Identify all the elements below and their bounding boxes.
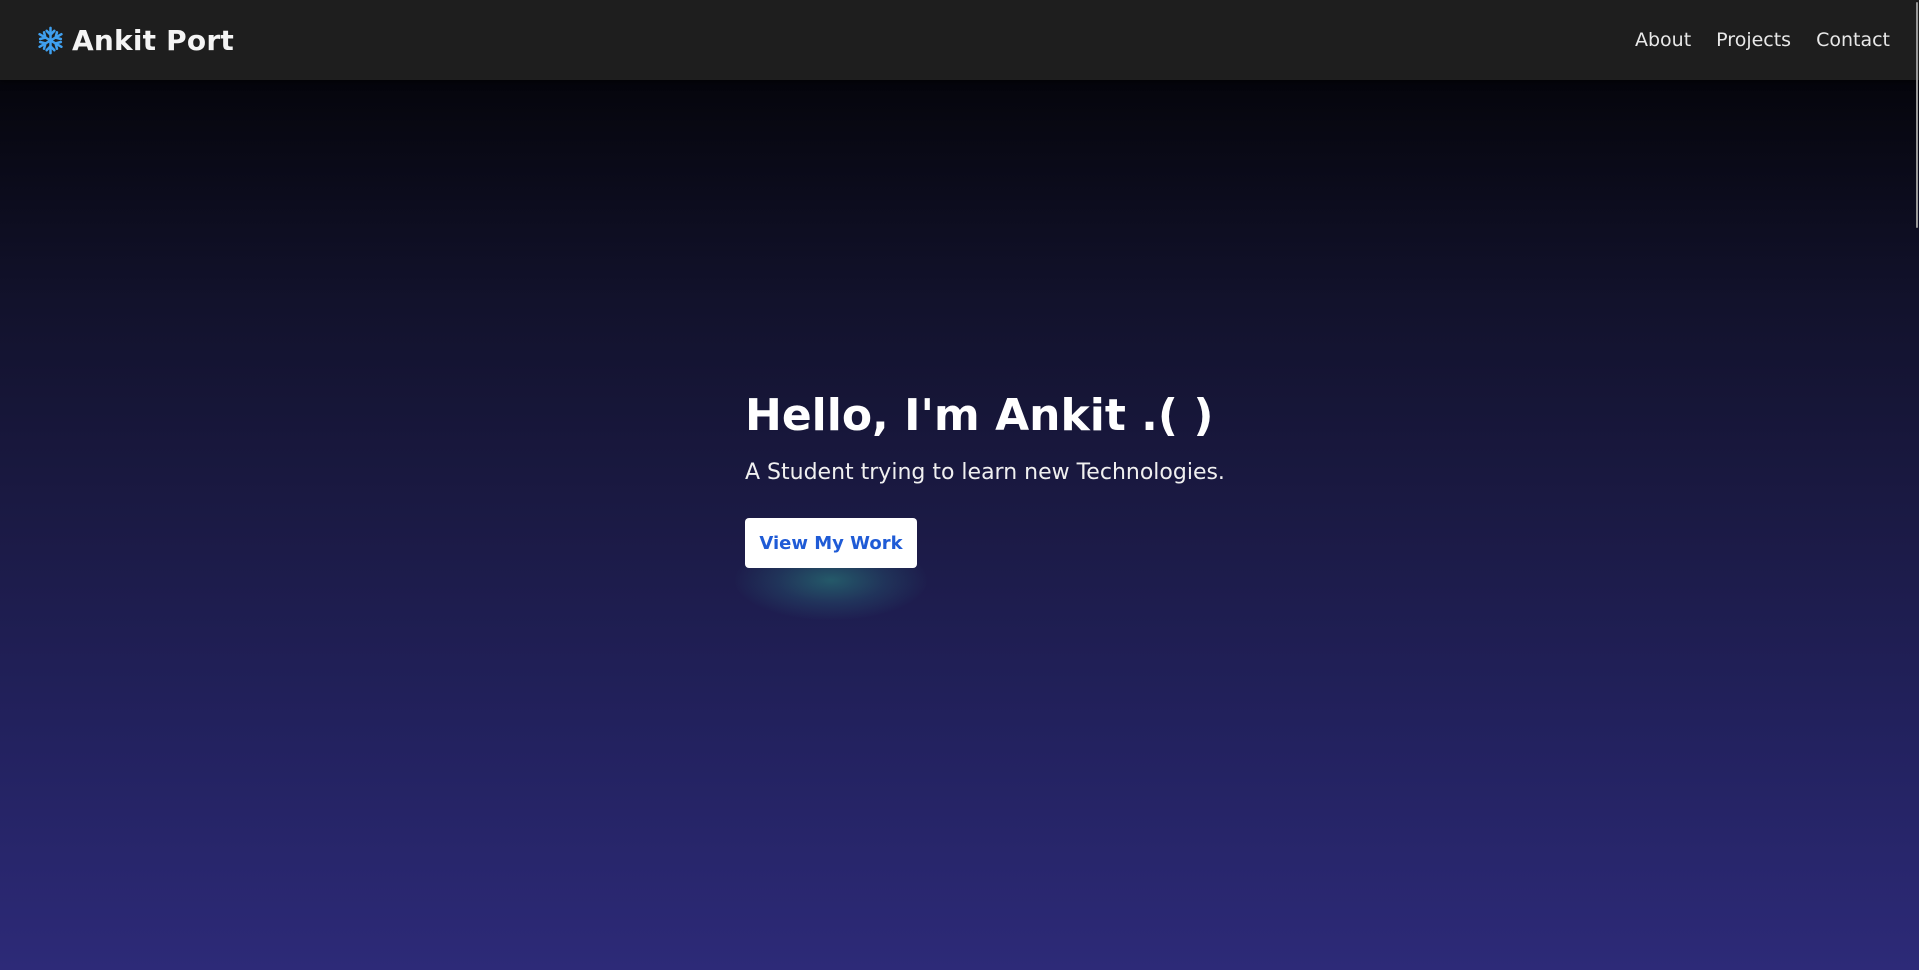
nav-link-contact[interactable]: Contact <box>1816 29 1890 51</box>
hero-section: Hello, I'm Ankit .( ) A Student trying t… <box>0 80 1919 970</box>
snowflake-icon <box>35 25 66 56</box>
view-my-work-button[interactable]: View My Work <box>745 518 917 568</box>
page-scrollbar[interactable] <box>1915 0 1919 970</box>
navbar: Ankit Port About Projects Contact <box>0 0 1919 80</box>
cta-wrapper: View My Work <box>735 518 927 620</box>
hero-title: Hello, I'm Ankit .( ) <box>745 390 1214 441</box>
nav-links: About Projects Contact <box>1635 29 1890 51</box>
nav-link-projects[interactable]: Projects <box>1716 29 1791 51</box>
hero-content: Hello, I'm Ankit .( ) A Student trying t… <box>735 388 1345 620</box>
nav-link-about[interactable]: About <box>1635 29 1691 51</box>
hero-subtitle: A Student trying to learn new Technologi… <box>745 460 1225 485</box>
brand[interactable]: Ankit Port <box>35 24 234 57</box>
scrollbar-thumb[interactable] <box>1916 2 1918 228</box>
brand-title: Ankit Port <box>72 23 234 57</box>
